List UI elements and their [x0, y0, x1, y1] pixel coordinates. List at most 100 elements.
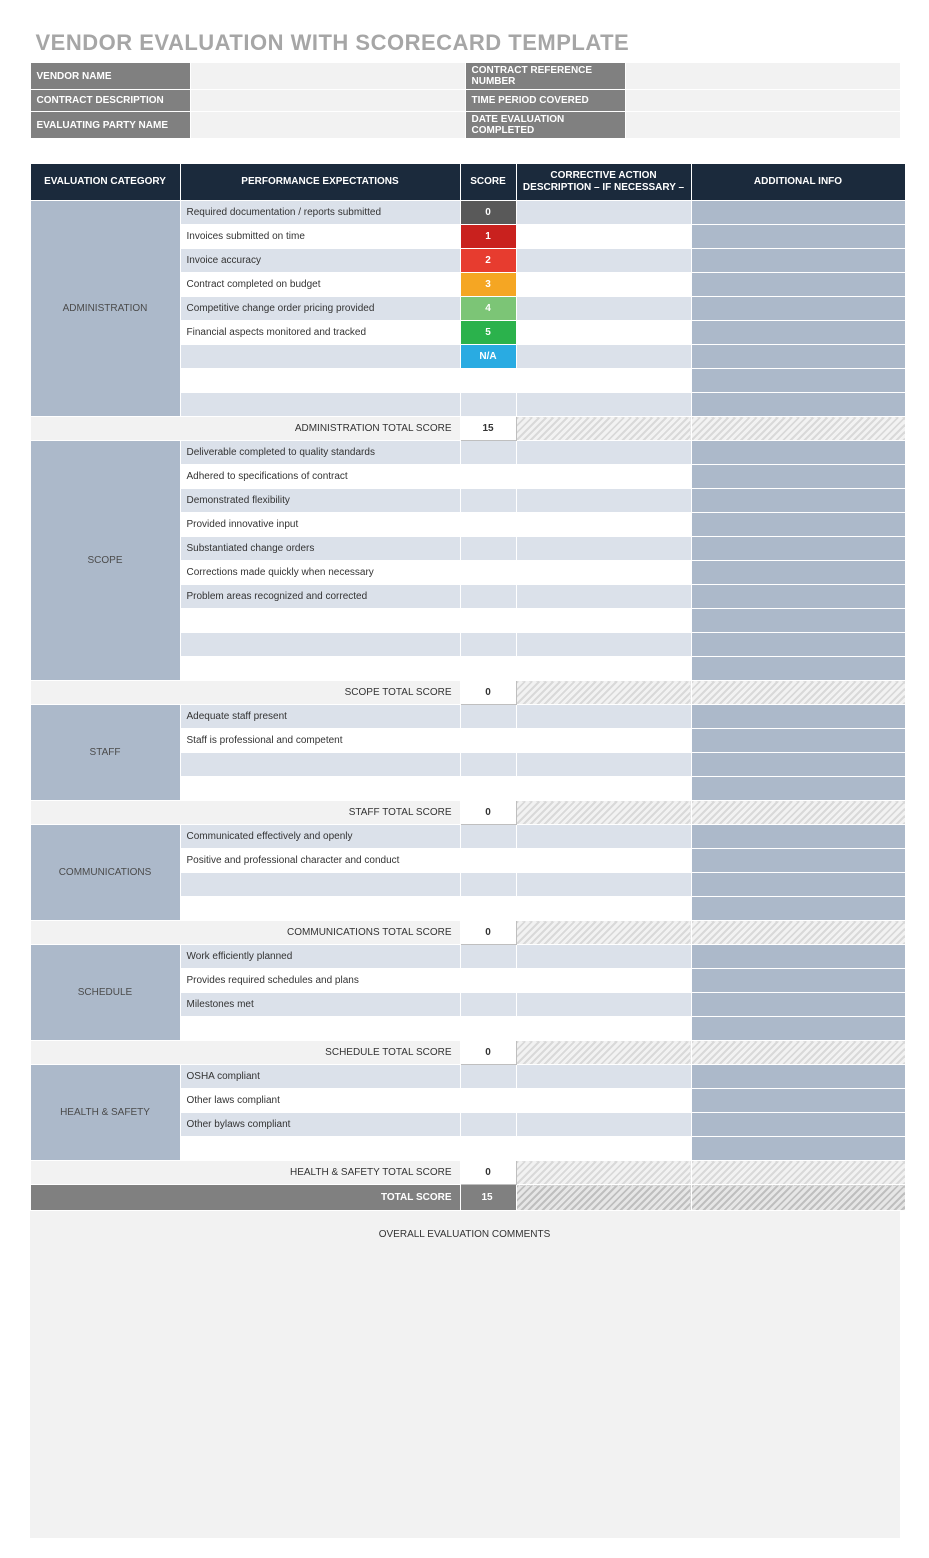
corrective-cell[interactable]	[516, 753, 691, 777]
score-cell[interactable]	[460, 897, 516, 921]
score-cell[interactable]	[460, 753, 516, 777]
performance-cell[interactable]	[180, 897, 460, 921]
performance-cell[interactable]: Adequate staff present	[180, 705, 460, 729]
performance-cell[interactable]: Contract completed on budget	[180, 273, 460, 297]
additional-info-cell[interactable]	[691, 345, 905, 369]
corrective-cell[interactable]	[516, 897, 691, 921]
corrective-cell[interactable]	[516, 1065, 691, 1089]
additional-info-cell[interactable]	[691, 273, 905, 297]
performance-cell[interactable]: Staff is professional and competent	[180, 729, 460, 753]
additional-info-cell[interactable]	[691, 489, 905, 513]
corrective-cell[interactable]	[516, 873, 691, 897]
comments-box[interactable]	[30, 1248, 900, 1508]
additional-info-cell[interactable]	[691, 393, 905, 417]
performance-cell[interactable]: Other bylaws compliant	[180, 1113, 460, 1137]
additional-info-cell[interactable]	[691, 1065, 905, 1089]
score-cell[interactable]	[460, 849, 516, 873]
contract-ref-field[interactable]	[625, 63, 900, 90]
score-cell[interactable]	[460, 729, 516, 753]
score-cell[interactable]: 5	[460, 321, 516, 345]
corrective-cell[interactable]	[516, 825, 691, 849]
corrective-cell[interactable]	[516, 201, 691, 225]
additional-info-cell[interactable]	[691, 369, 905, 393]
corrective-cell[interactable]	[516, 729, 691, 753]
performance-cell[interactable]: Positive and professional character and …	[180, 849, 460, 873]
additional-info-cell[interactable]	[691, 753, 905, 777]
performance-cell[interactable]	[180, 1017, 460, 1041]
additional-info-cell[interactable]	[691, 777, 905, 801]
performance-cell[interactable]	[180, 393, 460, 417]
performance-cell[interactable]	[180, 1137, 460, 1161]
corrective-cell[interactable]	[516, 777, 691, 801]
performance-cell[interactable]: Substantiated change orders	[180, 537, 460, 561]
corrective-cell[interactable]	[516, 969, 691, 993]
score-cell[interactable]	[460, 1137, 516, 1161]
corrective-cell[interactable]	[516, 1089, 691, 1113]
corrective-cell[interactable]	[516, 609, 691, 633]
corrective-cell[interactable]	[516, 537, 691, 561]
eval-party-field[interactable]	[190, 112, 465, 139]
performance-cell[interactable]: Other laws compliant	[180, 1089, 460, 1113]
performance-cell[interactable]	[180, 609, 460, 633]
corrective-cell[interactable]	[516, 585, 691, 609]
score-cell[interactable]	[460, 945, 516, 969]
additional-info-cell[interactable]	[691, 537, 905, 561]
score-cell[interactable]: 0	[460, 201, 516, 225]
corrective-cell[interactable]	[516, 321, 691, 345]
corrective-cell[interactable]	[516, 1017, 691, 1041]
additional-info-cell[interactable]	[691, 657, 905, 681]
corrective-cell[interactable]	[516, 633, 691, 657]
additional-info-cell[interactable]	[691, 945, 905, 969]
corrective-cell[interactable]	[516, 1113, 691, 1137]
score-cell[interactable]	[460, 1017, 516, 1041]
performance-cell[interactable]	[180, 777, 460, 801]
score-cell[interactable]: 3	[460, 273, 516, 297]
score-cell[interactable]: N/A	[460, 345, 516, 369]
additional-info-cell[interactable]	[691, 1089, 905, 1113]
score-cell[interactable]: 1	[460, 225, 516, 249]
additional-info-cell[interactable]	[691, 585, 905, 609]
additional-info-cell[interactable]	[691, 249, 905, 273]
performance-cell[interactable]: OSHA compliant	[180, 1065, 460, 1089]
corrective-cell[interactable]	[516, 657, 691, 681]
performance-cell[interactable]: Milestones met	[180, 993, 460, 1017]
corrective-cell[interactable]	[516, 849, 691, 873]
score-cell[interactable]	[460, 1065, 516, 1089]
score-cell[interactable]	[460, 585, 516, 609]
performance-cell[interactable]: Provides required schedules and plans	[180, 969, 460, 993]
additional-info-cell[interactable]	[691, 873, 905, 897]
corrective-cell[interactable]	[516, 945, 691, 969]
corrective-cell[interactable]	[516, 489, 691, 513]
contract-desc-field[interactable]	[190, 90, 465, 112]
additional-info-cell[interactable]	[691, 633, 905, 657]
score-cell[interactable]: 4	[460, 297, 516, 321]
performance-cell[interactable]: Invoices submitted on time	[180, 225, 460, 249]
corrective-cell[interactable]	[516, 225, 691, 249]
performance-cell[interactable]: Work efficiently planned	[180, 945, 460, 969]
additional-info-cell[interactable]	[691, 729, 905, 753]
additional-info-cell[interactable]	[691, 1113, 905, 1137]
score-cell[interactable]	[460, 609, 516, 633]
score-cell[interactable]	[460, 825, 516, 849]
performance-cell[interactable]: Competitive change order pricing provide…	[180, 297, 460, 321]
additional-info-cell[interactable]	[691, 441, 905, 465]
performance-cell[interactable]: Invoice accuracy	[180, 249, 460, 273]
score-cell[interactable]	[460, 513, 516, 537]
additional-info-cell[interactable]	[691, 297, 905, 321]
corrective-cell[interactable]	[516, 705, 691, 729]
score-cell[interactable]	[460, 969, 516, 993]
additional-info-cell[interactable]	[691, 1017, 905, 1041]
additional-info-cell[interactable]	[691, 513, 905, 537]
score-cell[interactable]	[460, 633, 516, 657]
additional-info-cell[interactable]	[691, 849, 905, 873]
score-cell[interactable]	[460, 705, 516, 729]
performance-cell[interactable]: Problem areas recognized and corrected	[180, 585, 460, 609]
corrective-cell[interactable]	[516, 273, 691, 297]
additional-info-cell[interactable]	[691, 465, 905, 489]
additional-info-cell[interactable]	[691, 609, 905, 633]
score-cell[interactable]	[460, 1089, 516, 1113]
additional-info-cell[interactable]	[691, 897, 905, 921]
corrective-cell[interactable]	[516, 561, 691, 585]
performance-cell[interactable]: Corrections made quickly when necessary	[180, 561, 460, 585]
performance-cell[interactable]	[180, 657, 460, 681]
